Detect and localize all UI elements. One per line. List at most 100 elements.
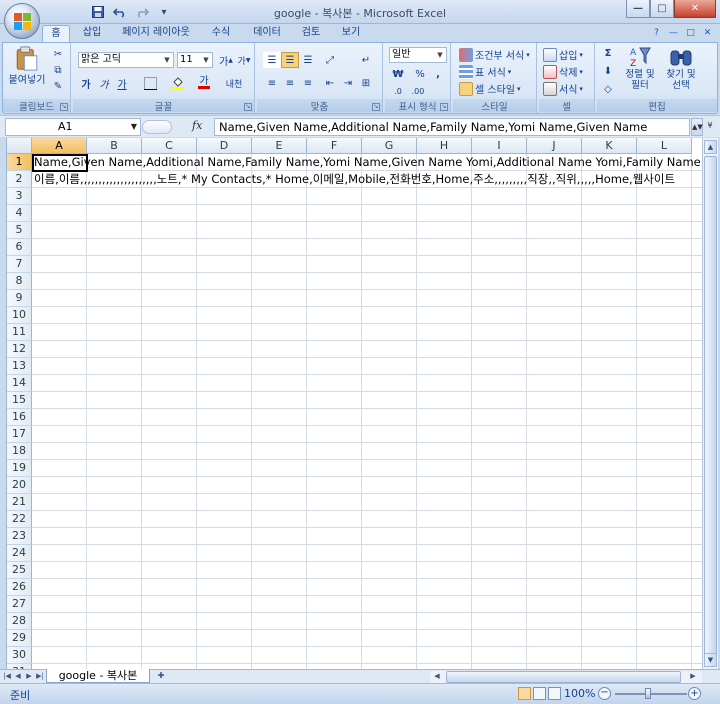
underline-button[interactable]: 가: [113, 75, 131, 91]
tab-insert[interactable]: 삽입: [78, 25, 106, 42]
next-sheet-icon[interactable]: ▶: [24, 671, 34, 682]
tab-page-layout[interactable]: 페이지 레이아웃: [118, 25, 194, 42]
font-name-combo[interactable]: 맑은 고딕 ▼: [78, 52, 174, 68]
row-header-16[interactable]: 16: [7, 409, 32, 426]
vertical-scrollbar[interactable]: ▲ ▼: [702, 138, 718, 669]
percent-button[interactable]: %: [411, 66, 429, 82]
row-header-20[interactable]: 20: [7, 477, 32, 494]
workbook-close-icon[interactable]: ✕: [701, 26, 714, 39]
row-header-19[interactable]: 19: [7, 460, 32, 477]
decrease-decimal-icon[interactable]: .00: [409, 83, 427, 99]
row-header-4[interactable]: 4: [7, 205, 32, 222]
row-header-6[interactable]: 6: [7, 239, 32, 256]
row-header-7[interactable]: 7: [7, 256, 32, 273]
row-header-28[interactable]: 28: [7, 613, 32, 630]
borders-icon[interactable]: [141, 75, 159, 91]
row-2-content[interactable]: 이름,이름,,,,,,,,,,,,,,,,,,,,,노트,* My Contac…: [34, 171, 675, 188]
row-header-27[interactable]: 27: [7, 596, 32, 613]
maximize-button[interactable]: □: [650, 0, 674, 18]
tab-view[interactable]: 보기: [336, 25, 366, 42]
align-middle-icon[interactable]: ☰: [281, 52, 299, 68]
horizontal-scroll-thumb[interactable]: [446, 671, 681, 683]
tab-home[interactable]: 홈: [42, 25, 70, 42]
row-header-11[interactable]: 11: [7, 324, 32, 341]
fill-color-icon[interactable]: [169, 75, 187, 91]
column-header-b[interactable]: B: [87, 138, 142, 154]
clear-icon[interactable]: ◇: [599, 81, 617, 97]
number-launcher-icon[interactable]: ↘: [440, 103, 448, 111]
grow-font-button[interactable]: 가 ▲: [217, 52, 235, 68]
ribbon-restore-icon[interactable]: □: [684, 26, 697, 39]
formula-bar-splitter[interactable]: [142, 120, 172, 134]
close-button[interactable]: ✕: [674, 0, 716, 18]
wrap-text-icon[interactable]: ↵: [357, 52, 375, 68]
comma-button[interactable]: ,: [429, 66, 447, 82]
increase-decimal-icon[interactable]: .0: [389, 83, 407, 99]
vertical-scroll-thumb[interactable]: [704, 156, 717, 656]
row-header-18[interactable]: 18: [7, 443, 32, 460]
font-launcher-icon[interactable]: ↘: [244, 103, 252, 111]
worksheet-grid[interactable]: ABCDEFGHIJKL 1 2 3 4 5 6 7 8 9 10 11 12 13 14 15 16 17 18…: [6, 138, 702, 669]
column-header-e[interactable]: E: [252, 138, 307, 154]
column-header-d[interactable]: D: [197, 138, 252, 154]
conditional-format-button[interactable]: 조건부 서식 ▾: [459, 47, 530, 62]
scroll-right-icon[interactable]: ▶: [688, 671, 698, 682]
format-as-table-button[interactable]: 표 서식 ▾: [459, 64, 511, 79]
insert-cells-button[interactable]: 삽입 ▾: [543, 47, 583, 62]
row-header-10[interactable]: 10: [7, 307, 32, 324]
clipboard-launcher-icon[interactable]: ↘: [60, 103, 68, 111]
insert-sheet-icon[interactable]: ✚: [152, 671, 170, 682]
italic-button[interactable]: 가: [95, 75, 113, 91]
insert-function-button[interactable]: fx: [192, 119, 212, 135]
row-header-13[interactable]: 13: [7, 358, 32, 375]
tab-formulas[interactable]: 수식: [206, 25, 236, 42]
page-layout-view-icon[interactable]: [533, 687, 546, 700]
help-icon[interactable]: ?: [650, 26, 663, 39]
zoom-slider-thumb[interactable]: [645, 688, 651, 699]
zoom-slider-track[interactable]: [615, 693, 687, 695]
align-right-icon[interactable]: ≡: [299, 75, 317, 91]
column-header-h[interactable]: H: [417, 138, 472, 154]
shrink-font-button[interactable]: 가 ▼: [235, 52, 253, 68]
minimize-button[interactable]: —: [626, 0, 650, 18]
font-size-combo[interactable]: 11 ▼: [177, 52, 213, 68]
increase-indent-icon[interactable]: ⇥: [339, 75, 357, 91]
tab-data[interactable]: 데이터: [248, 25, 286, 42]
currency-button[interactable]: ₩: [389, 66, 407, 82]
sort-filter-button[interactable]: AZ 정렬 및 필터: [621, 45, 659, 91]
align-bottom-icon[interactable]: ☰: [299, 52, 317, 68]
row-header-8[interactable]: 8: [7, 273, 32, 290]
column-header-i[interactable]: I: [472, 138, 527, 154]
row-header-12[interactable]: 12: [7, 341, 32, 358]
row-header-21[interactable]: 21: [7, 494, 32, 511]
scroll-left-icon[interactable]: ◀: [432, 671, 442, 682]
scroll-up-icon[interactable]: ▲: [704, 140, 717, 154]
row-header-2[interactable]: 2: [7, 171, 32, 188]
column-header-c[interactable]: C: [142, 138, 197, 154]
normal-view-icon[interactable]: [518, 687, 531, 700]
office-button[interactable]: [4, 3, 40, 39]
delete-cells-button[interactable]: 삭제 ▾: [543, 64, 583, 79]
row-header-25[interactable]: 25: [7, 562, 32, 579]
format-painter-icon[interactable]: ✎: [49, 78, 67, 94]
select-all-button[interactable]: [7, 138, 32, 154]
row-header-24[interactable]: 24: [7, 545, 32, 562]
align-center-icon[interactable]: ≡: [281, 75, 299, 91]
horizontal-scrollbar[interactable]: ◀ ▶: [430, 671, 702, 683]
scroll-down-icon[interactable]: ▼: [704, 653, 717, 667]
alignment-launcher-icon[interactable]: ↘: [372, 103, 380, 111]
merge-center-icon[interactable]: ⊞: [357, 75, 375, 91]
first-sheet-icon[interactable]: |◀: [2, 671, 12, 682]
paste-button[interactable]: 붙여넣기: [9, 46, 45, 86]
zoom-out-icon[interactable]: −: [598, 687, 611, 700]
copy-icon[interactable]: ⧉: [49, 62, 67, 78]
last-sheet-icon[interactable]: ▶|: [35, 671, 45, 682]
cut-icon[interactable]: ✂: [49, 46, 67, 62]
prev-sheet-icon[interactable]: ◀: [13, 671, 23, 682]
column-header-k[interactable]: K: [582, 138, 637, 154]
decrease-indent-icon[interactable]: ⇤: [321, 75, 339, 91]
row-header-5[interactable]: 5: [7, 222, 32, 239]
cell-styles-button[interactable]: 셀 스타일 ▾: [459, 81, 521, 96]
align-left-icon[interactable]: ≡: [263, 75, 281, 91]
format-cells-button[interactable]: 서식 ▾: [543, 81, 583, 96]
